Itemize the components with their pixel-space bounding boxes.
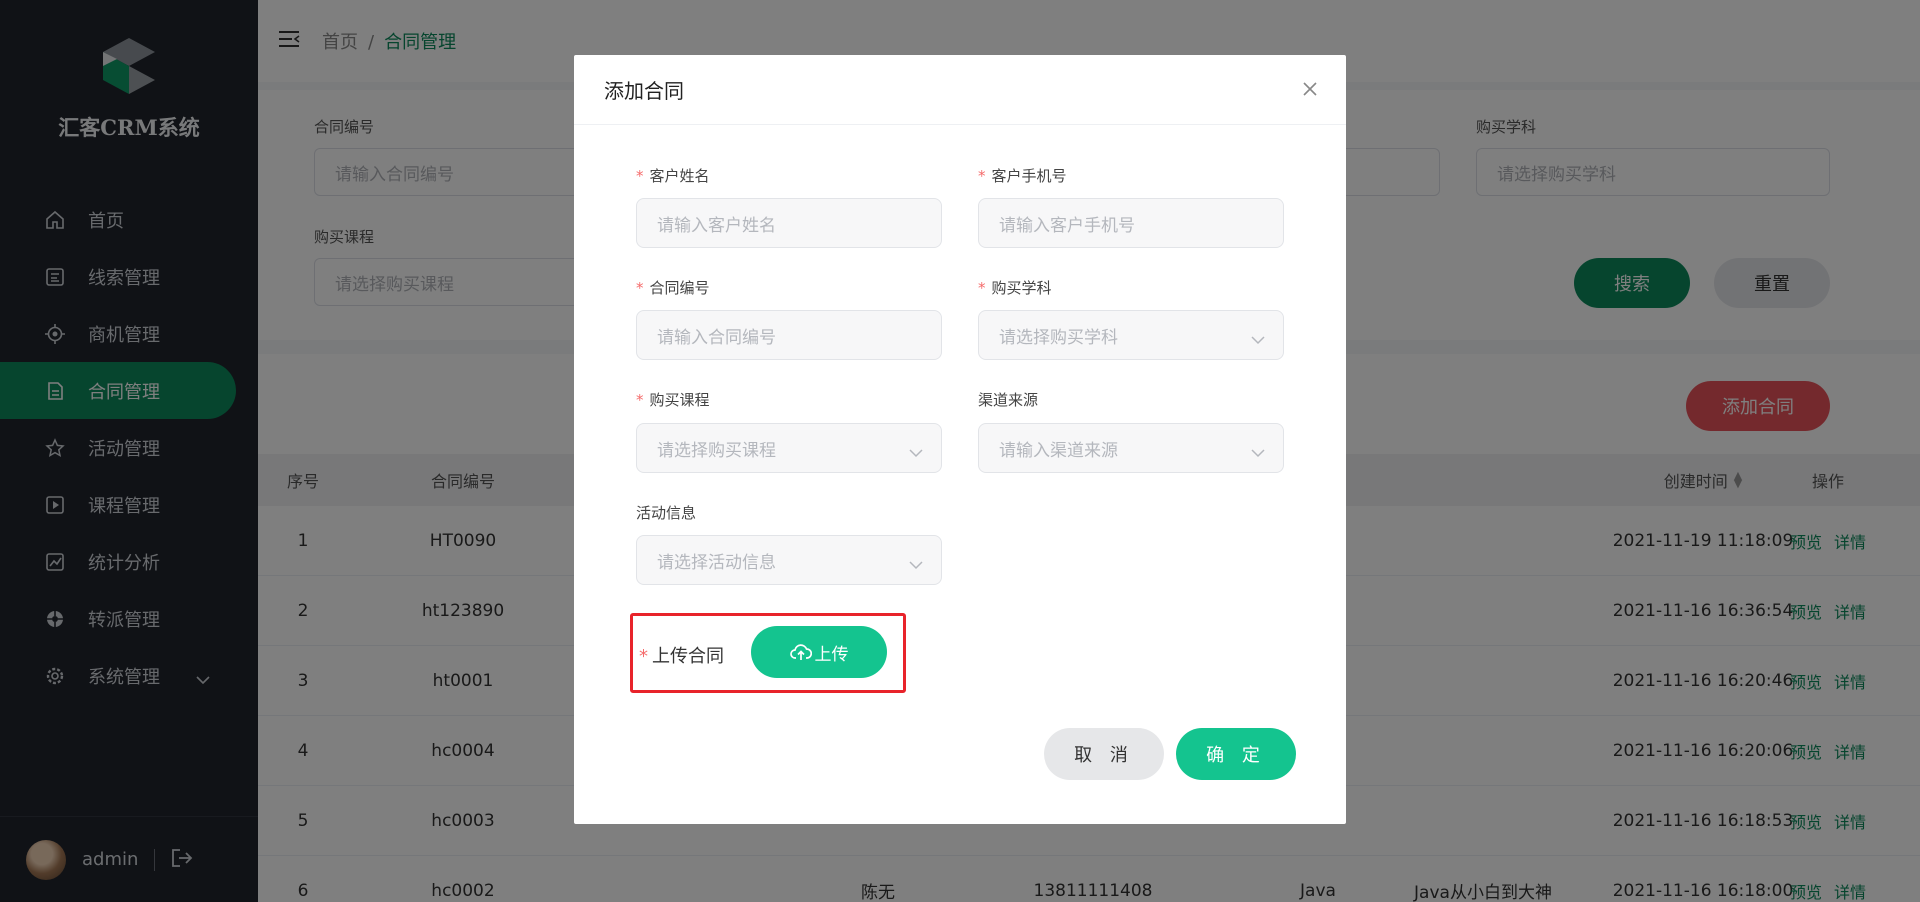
dialog-title: 添加合同 [604,79,684,103]
required-mark: * [636,167,644,185]
course-label: * 购买课程 [636,389,710,410]
upload-contract-label: * 上传合同 [639,642,724,668]
course-select[interactable]: 请选择购买课程 [636,423,942,473]
upload-button-label: 上传 [814,644,849,665]
add-contract-dialog: 添加合同 * 客户姓名 请输入客户姓名 * 客户手机号 请输入客户手机号 * 合同编号… [574,55,1346,824]
chevron-down-icon [909,555,923,575]
chevron-down-icon [1251,330,1265,350]
contract-no-label: * 合同编号 [636,277,710,298]
customer-name-label-text: 客户姓名 [649,167,710,185]
required-mark: * [636,279,644,297]
subject-placeholder: 请选择购买学科 [999,327,1118,348]
subject-label-text: 购买学科 [991,279,1052,297]
subject-label: * 购买学科 [978,277,1052,298]
upload-label-text: 上传合同 [652,646,724,667]
upload-highlight: * 上传合同 上传 [630,613,906,693]
customer-phone-label: * 客户手机号 [978,165,1067,186]
channel-label: 渠道来源 [978,391,1039,409]
channel-placeholder: 请输入渠道来源 [999,440,1118,461]
subject-select[interactable]: 请选择购买学科 [978,310,1284,360]
dialog-header: 添加合同 [574,55,1346,125]
required-mark: * [978,279,986,297]
close-icon[interactable] [1298,77,1322,101]
chevron-down-icon [1251,443,1265,463]
chevron-down-icon [909,443,923,463]
required-mark: * [639,646,648,667]
contract-no-input[interactable]: 请输入合同编号 [636,310,942,360]
customer-phone-input[interactable]: 请输入客户手机号 [978,198,1284,248]
cancel-button[interactable]: 取 消 [1044,728,1164,780]
channel-select[interactable]: 请输入渠道来源 [978,423,1284,473]
activity-placeholder: 请选择活动信息 [657,552,776,573]
upload-cloud-icon [789,643,812,661]
customer-name-label: * 客户姓名 [636,165,710,186]
required-mark: * [978,167,986,185]
course-placeholder: 请选择购买课程 [657,440,776,461]
customer-phone-label-text: 客户手机号 [991,167,1067,185]
activity-select[interactable]: 请选择活动信息 [636,535,942,585]
required-mark: * [636,391,644,409]
activity-label: 活动信息 [636,504,697,522]
customer-name-input[interactable]: 请输入客户姓名 [636,198,942,248]
upload-button[interactable]: 上传 [751,626,887,678]
contract-no-label-text: 合同编号 [649,279,710,297]
confirm-button[interactable]: 确 定 [1176,728,1296,780]
course-label-text: 购买课程 [649,391,710,409]
